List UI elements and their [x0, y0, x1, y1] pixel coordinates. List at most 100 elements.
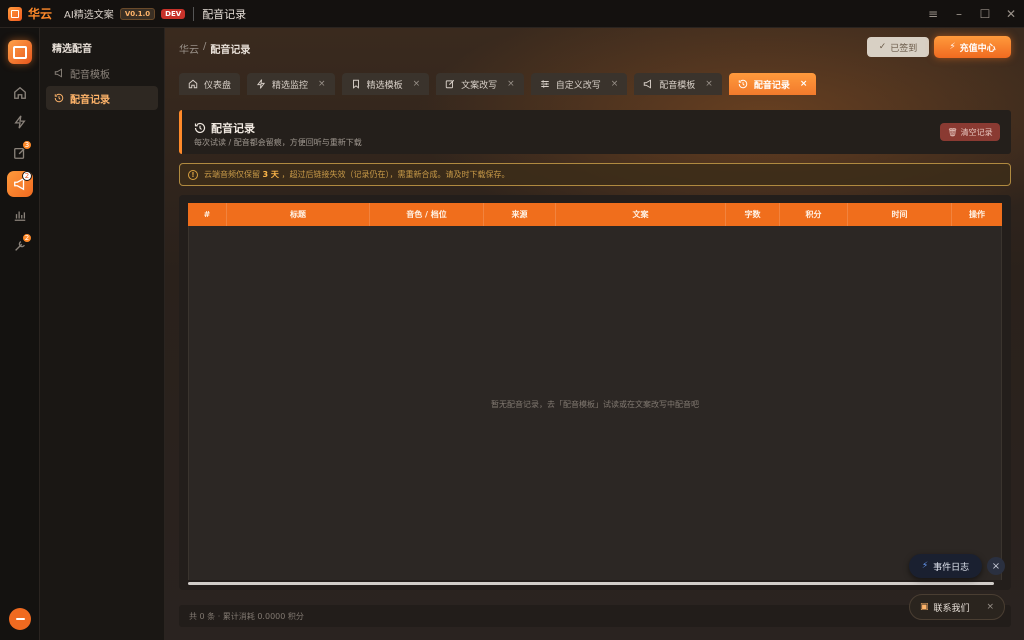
bolt-icon [14, 115, 26, 129]
history-icon [194, 122, 206, 134]
recharge-button[interactable]: ⚡ 充值中心 [934, 36, 1011, 58]
subnav-title: 精选配音 [52, 44, 92, 55]
collapse-icon[interactable] [9, 608, 31, 630]
megaphone-icon [644, 79, 652, 89]
column-header-actions: 操作 [969, 210, 985, 219]
notice-suffix: ，超过后链接失效（记录仍在），需重新合成。请及时下载保存。 [281, 170, 510, 179]
tab-voice-template[interactable]: 配音模板 × [634, 73, 722, 95]
bolt-icon: ⚡ [921, 561, 929, 571]
subnav-item-label: 配音模板 [70, 69, 110, 81]
rail-monitor[interactable] [7, 109, 33, 135]
icon-rail: 3 2 2 [0, 28, 40, 640]
home-icon [14, 86, 26, 99]
main-content: 华云 / 配音记录 ✓ 已签到 ⚡ 充值中心 仪表盘 精选监控 × 精选模板 ×… [165, 28, 1024, 640]
subnav-item-label: 配音记录 [70, 94, 110, 106]
env-badge: DEV [161, 8, 186, 19]
version-badge: V0.1.0 [119, 7, 156, 20]
contact-close-icon[interactable]: × [986, 602, 994, 612]
signed-in-button[interactable]: ✓ 已签到 [867, 37, 929, 57]
signed-in-label: 已签到 [890, 43, 918, 54]
column-header-voice: 音色 / 档位 [370, 203, 484, 226]
maximize-icon[interactable]: ☐ [972, 0, 998, 28]
close-window-icon[interactable]: ✕ [998, 0, 1024, 28]
empty-state-text: 暂无配音记录，去「配音模板」试读或在文案改写中配音吧 [491, 400, 699, 409]
column-header-chars: 字数 [726, 203, 780, 226]
tab-bar: 仪表盘 精选监控 × 精选模板 × 文案改写 × 自定义改写 × 配音模板 × [179, 73, 817, 95]
tab-label: 配音模板 [659, 80, 696, 91]
tab-custom-rewrite[interactable]: 自定义改写 × [530, 73, 628, 95]
notice-prefix: 云端音频仅保留 [204, 170, 260, 179]
sliders-icon [540, 80, 549, 88]
subnav-item-voice-template[interactable]: 配音模板 [46, 61, 158, 85]
title-divider [193, 6, 195, 21]
trash-icon: 🗑 [947, 127, 958, 137]
page-title-text: 配音记录 [211, 122, 255, 135]
recharge-label: 充值中心 [959, 43, 996, 54]
rail-rewrite[interactable]: 3 [7, 140, 33, 166]
bolt-icon [256, 79, 266, 89]
event-log-close-icon[interactable]: × [987, 557, 1005, 575]
rail-home[interactable] [7, 80, 33, 106]
clear-records-button[interactable]: 🗑 清空记录 [940, 123, 1000, 141]
tab-close-icon[interactable]: × [413, 79, 421, 89]
warning-icon: ! [188, 169, 198, 180]
column-header-copy: 文案 [556, 203, 726, 226]
tab-close-icon[interactable]: × [705, 79, 713, 89]
clear-records-label: 清空记录 [960, 127, 993, 137]
contact-us-button[interactable]: ▣ 联系我们 × [909, 594, 1005, 620]
rail-logo-icon[interactable] [8, 40, 32, 64]
chart-icon [14, 211, 26, 221]
column-header-index: # [188, 203, 227, 226]
tab-voice-records[interactable]: 配音记录 × [728, 73, 817, 95]
contact-us-label: 联系我们 [933, 603, 970, 614]
edit-icon [445, 79, 455, 89]
history-icon [54, 93, 64, 103]
tab-close-icon[interactable]: × [611, 79, 619, 89]
column-header-source: 来源 [484, 203, 556, 226]
chat-icon: ▣ [920, 602, 929, 612]
horizontal-scrollbar[interactable] [188, 582, 994, 585]
tab-rewrite[interactable]: 文案改写 × [436, 73, 524, 95]
subnav-item-voice-records[interactable]: 配音记录 [46, 86, 158, 110]
breadcrumb-root[interactable]: 华云 [179, 41, 199, 56]
rail-tools[interactable]: 2 [7, 233, 33, 259]
event-log-button[interactable]: ⚡ 事件日志 [909, 554, 982, 578]
column-header-points: 积分 [780, 203, 848, 226]
tab-label: 文案改写 [461, 80, 498, 91]
tab-close-icon[interactable]: × [800, 79, 808, 89]
megaphone-icon [54, 68, 62, 78]
tab-monitor[interactable]: 精选监控 × [247, 73, 335, 95]
minimize-icon[interactable]: – [946, 0, 972, 28]
records-summary: 共 0 条 · 累计消耗 0.0000 积分 [189, 611, 304, 621]
tab-label: 精选模板 [366, 80, 403, 91]
notice-text: 云端音频仅保留 3 天 ，超过后链接失效（记录仍在），需重新合成。请及时下载保存… [204, 169, 509, 180]
app-name: AI精选文案 [64, 10, 114, 21]
tab-label: 配音记录 [753, 80, 790, 91]
brand-name: 华云 [28, 7, 53, 21]
table-header: # 标题 音色 / 档位 来源 文案 字数 积分 时间 操作 [188, 203, 1002, 226]
bookmark-icon [352, 79, 359, 89]
history-icon [738, 79, 747, 89]
notice-highlight: 3 天 [262, 170, 279, 179]
menu-icon[interactable]: ≡ [920, 0, 946, 28]
tab-close-icon[interactable]: × [318, 79, 326, 89]
tab-label: 精选监控 [272, 80, 309, 91]
tab-templates[interactable]: 精选模板 × [341, 73, 430, 95]
breadcrumb: 华云 / 配音记录 [179, 41, 250, 56]
rail-badge: 2 [22, 171, 32, 181]
home-icon [188, 79, 198, 89]
sub-navigation: 精选配音 配音模板 配音记录 [40, 28, 165, 640]
rail-stats[interactable] [7, 202, 33, 228]
page-title: 配音记录 [194, 120, 255, 136]
rail-badge: 2 [22, 233, 32, 243]
page-subtitle: 每次试读 / 配音都会留痕，方便回听与重新下载 [194, 138, 362, 147]
table-footer: 共 0 条 · 累计消耗 0.0000 积分 [179, 605, 1011, 627]
rail-badge: 3 [22, 140, 32, 150]
tab-close-icon[interactable]: × [507, 79, 515, 89]
app-logo-icon [8, 6, 22, 21]
tab-dashboard[interactable]: 仪表盘 [179, 73, 241, 95]
breadcrumb-separator: / [203, 41, 207, 52]
tab-label: 仪表盘 [204, 80, 232, 91]
breadcrumb-current: 配音记录 [210, 45, 251, 56]
rail-voice[interactable]: 2 [7, 171, 33, 197]
